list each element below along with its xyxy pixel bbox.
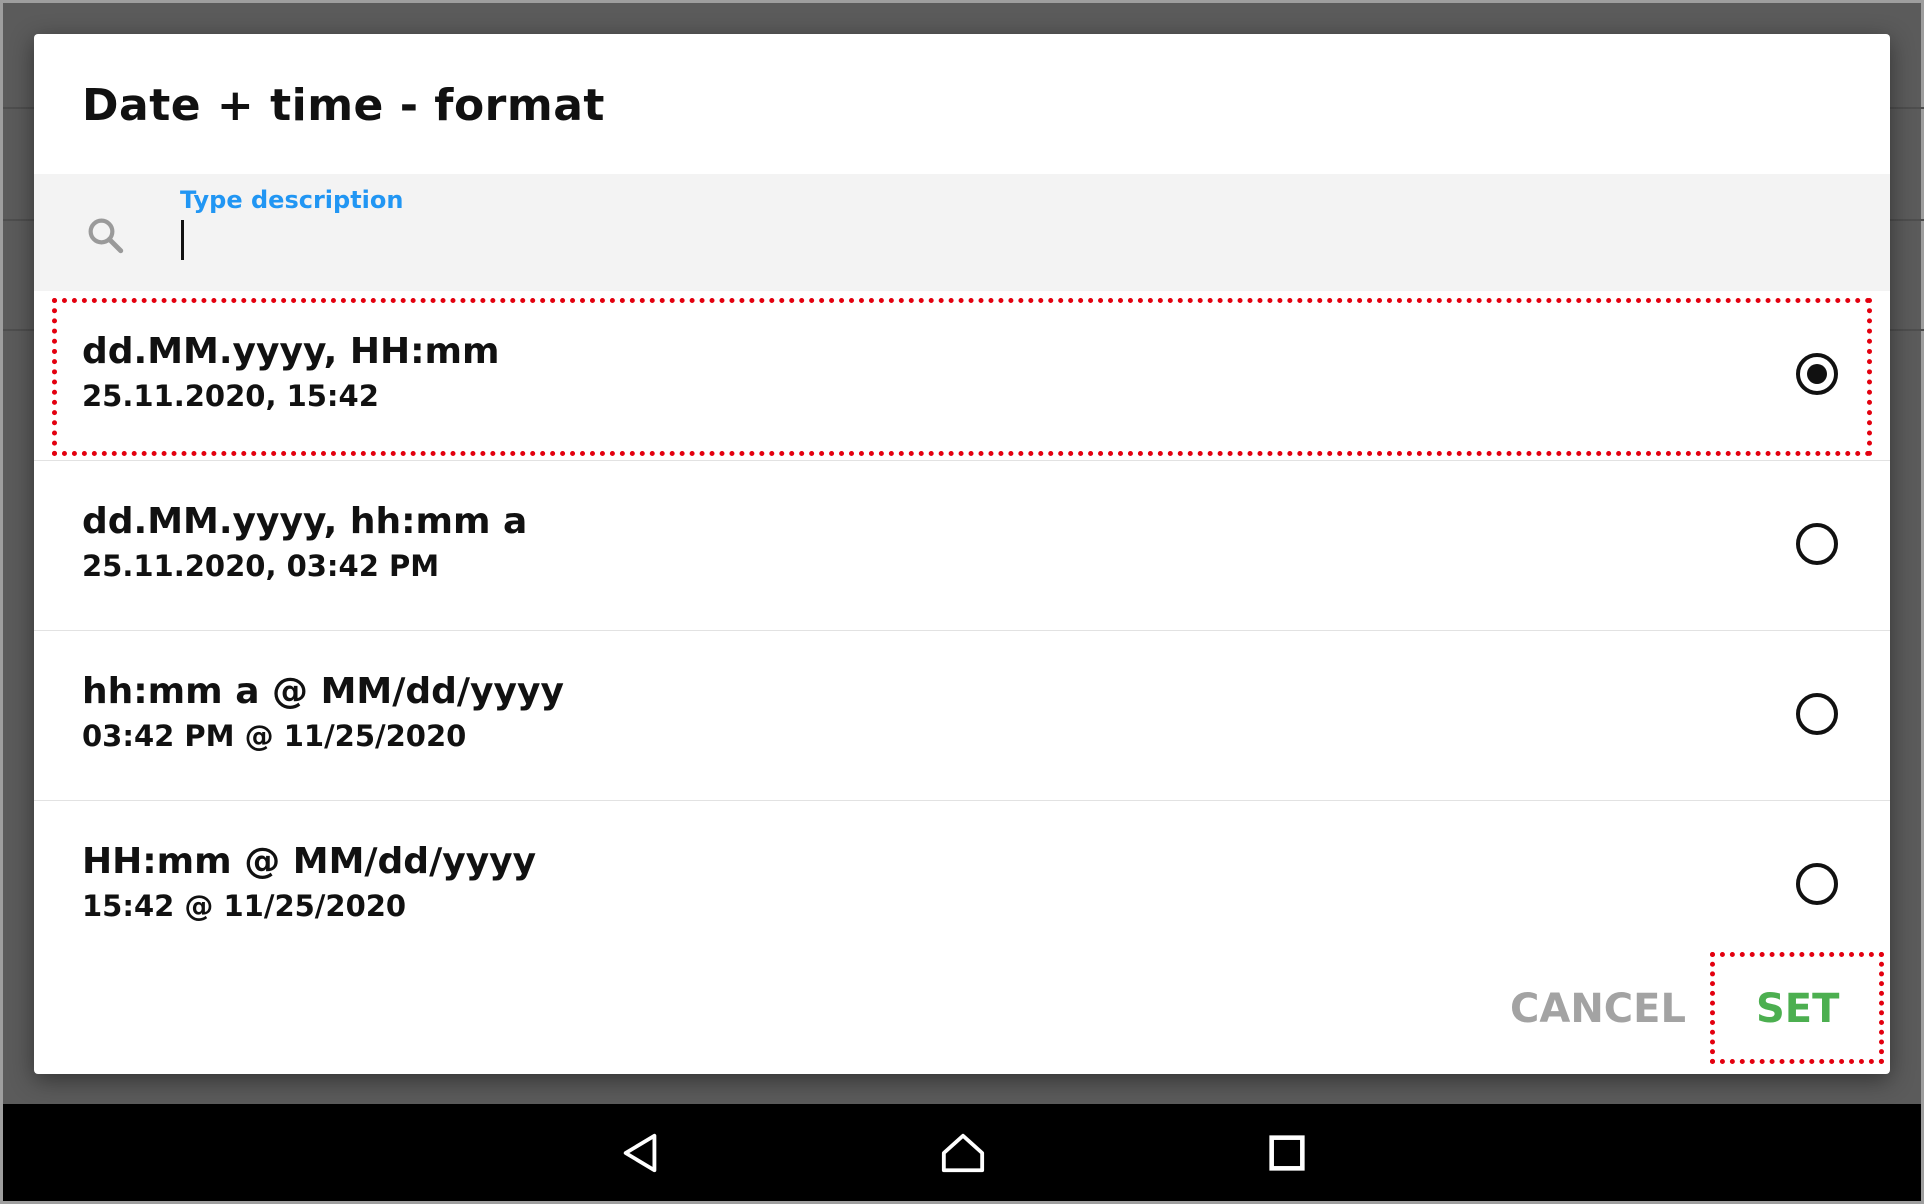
recents-square-icon[interactable] [1264,1130,1310,1176]
format-option[interactable]: HH:mm @ MM/dd/yyyy 15:42 @ 11/25/2020 [34,801,1890,971]
radio-button[interactable] [1796,693,1838,735]
radio-button[interactable] [1796,863,1838,905]
android-navigation-bar [3,1104,1921,1201]
back-triangle-icon[interactable] [618,1130,664,1176]
format-example: 03:42 PM @ 11/25/2020 [82,719,467,753]
format-pattern: dd.MM.yyyy, hh:mm a [82,501,528,542]
radio-dot [1807,364,1827,384]
search-input[interactable] [180,218,1830,266]
format-options-list: dd.MM.yyyy, HH:mm 25.11.2020, 15:42 dd.M… [34,291,1890,971]
format-pattern: dd.MM.yyyy, HH:mm [82,331,500,372]
format-pattern: HH:mm @ MM/dd/yyyy [82,841,537,882]
set-button[interactable]: SET [1756,986,1839,1032]
radio-button-selected[interactable] [1796,353,1838,395]
format-example: 25.11.2020, 03:42 PM [82,549,440,583]
format-option[interactable]: hh:mm a @ MM/dd/yyyy 03:42 PM @ 11/25/20… [34,631,1890,801]
format-dialog: Date + time - format Type description dd… [34,34,1890,1074]
search-field-label: Type description [180,186,404,214]
text-cursor [181,220,184,260]
format-option[interactable]: dd.MM.yyyy, hh:mm a 25.11.2020, 03:42 PM [34,461,1890,631]
search-icon [88,218,124,254]
cancel-button[interactable]: CANCEL [1510,986,1686,1032]
format-option[interactable]: dd.MM.yyyy, HH:mm 25.11.2020, 15:42 [34,291,1890,461]
format-example: 15:42 @ 11/25/2020 [82,889,407,923]
home-icon[interactable] [940,1130,986,1176]
format-pattern: hh:mm a @ MM/dd/yyyy [82,671,564,712]
search-bar[interactable]: Type description [34,174,1890,291]
radio-button[interactable] [1796,523,1838,565]
format-example: 25.11.2020, 15:42 [82,379,379,413]
dialog-title: Date + time - format [82,80,605,131]
